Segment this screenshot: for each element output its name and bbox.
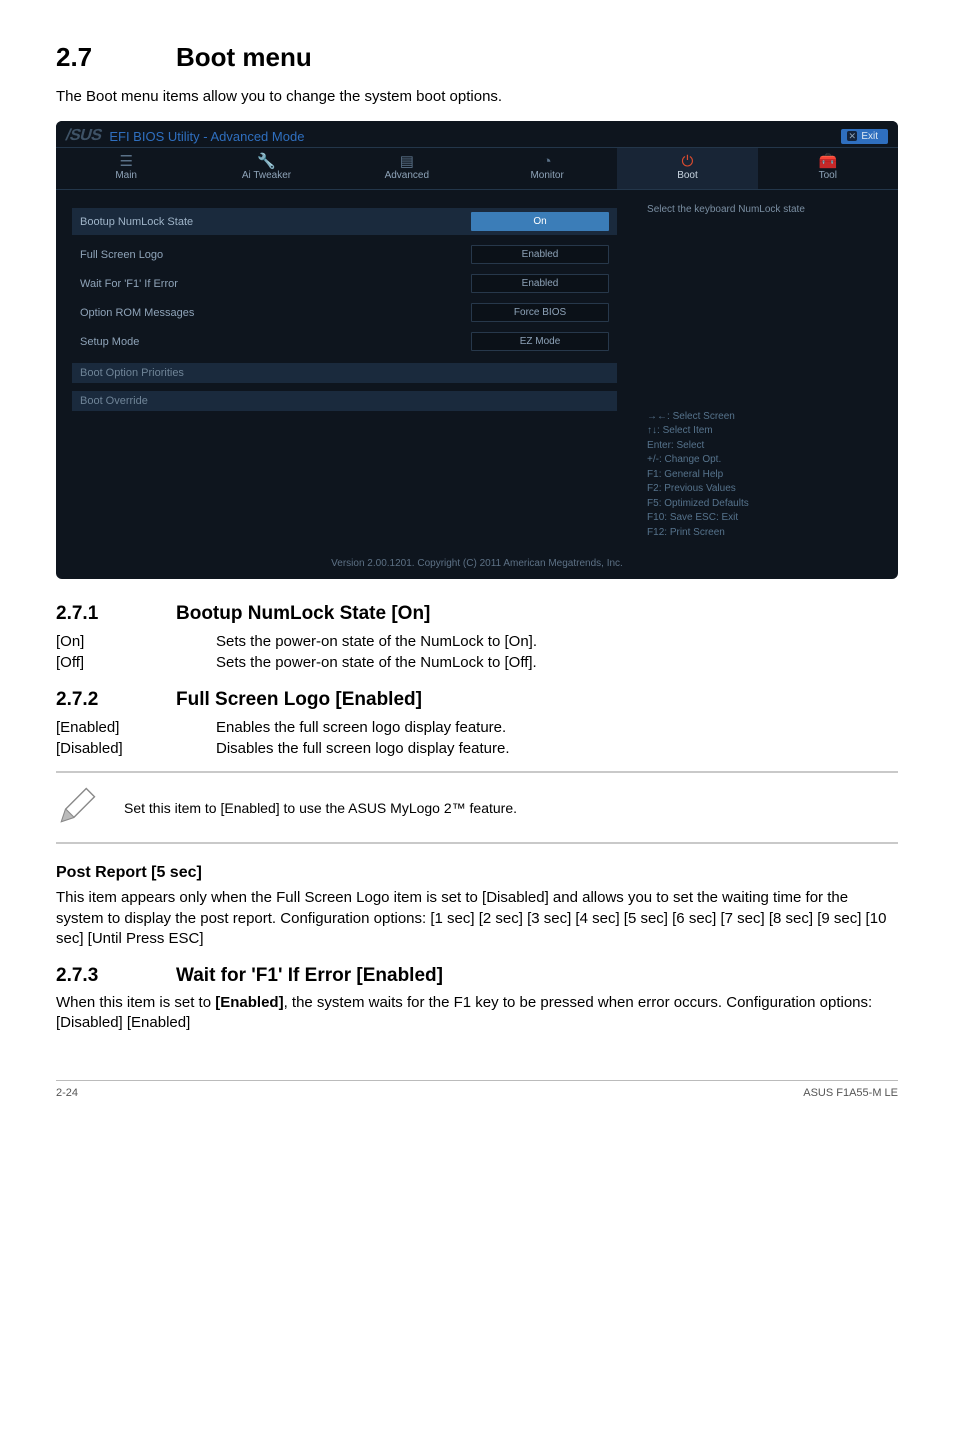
subsection-heading: 2.7.3 Wait for 'F1' If Error [Enabled] <box>56 965 898 987</box>
tab-label: Tool <box>819 170 837 181</box>
bios-version-line: Version 2.00.1201. Copyright (C) 2011 Am… <box>56 550 898 579</box>
page-footer: 2-24 ASUS F1A55-M LE <box>56 1080 898 1099</box>
tab-main[interactable]: ☰ Main <box>56 148 196 189</box>
tab-tool[interactable]: 🧰 Tool <box>758 148 898 189</box>
option-key: [On] <box>56 631 216 652</box>
bios-option-label: Wait For 'F1' If Error <box>80 278 471 290</box>
pencil-icon <box>56 783 100 832</box>
tab-label: Ai Tweaker <box>242 170 291 181</box>
subsection-heading: 2.7.2 Full Screen Logo [Enabled] <box>56 689 898 711</box>
help-line: F2: Previous Values <box>647 482 884 497</box>
chip-icon: ▤ <box>337 154 477 170</box>
help-line: →←: Select Screen <box>647 410 884 425</box>
toolbox-icon: 🧰 <box>758 154 898 170</box>
help-line: +/-: Change Opt. <box>647 453 884 468</box>
footer-product: ASUS F1A55-M LE <box>803 1087 898 1099</box>
table-row: [On]Sets the power-on state of the NumLo… <box>56 631 537 652</box>
section-heading: 2.7Boot menu <box>56 42 898 73</box>
subsection-title: Full Screen Logo [Enabled] <box>176 689 422 711</box>
tab-label: Main <box>115 170 137 181</box>
bios-option-label: Bootup NumLock State <box>80 216 471 228</box>
exit-button[interactable]: ✕ Exit <box>841 129 888 144</box>
subsection-number: 2.7.2 <box>56 689 176 711</box>
tab-row: ☰ Main 🔧 Ai Tweaker ▤ Advanced ◔ Monitor… <box>56 147 898 190</box>
bios-option-value[interactable]: EZ Mode <box>471 332 609 351</box>
exit-label: Exit <box>861 131 878 142</box>
bold-text: [Enabled] <box>215 994 283 1011</box>
bios-option-row[interactable]: Wait For 'F1' If Error Enabled <box>72 270 617 297</box>
bios-option-label: Option ROM Messages <box>80 307 471 319</box>
help-line: ↑↓: Select Item <box>647 424 884 439</box>
bios-title: EFI BIOS Utility - Advanced Mode <box>109 129 304 144</box>
bios-option-row[interactable]: Full Screen Logo Enabled <box>72 241 617 268</box>
bios-left-pane: Bootup NumLock State On Full Screen Logo… <box>56 190 633 550</box>
table-row: [Off]Sets the power-on state of the NumL… <box>56 652 537 673</box>
subsection-title: Wait for 'F1' If Error [Enabled] <box>176 965 443 987</box>
tab-advanced[interactable]: ▤ Advanced <box>337 148 477 189</box>
section-number: 2.7 <box>56 42 176 73</box>
note-text: Set this item to [Enabled] to use the AS… <box>124 800 517 816</box>
options-table: [Enabled]Enables the full screen logo di… <box>56 717 510 759</box>
tab-label: Monitor <box>530 170 563 181</box>
option-desc: Sets the power-on state of the NumLock t… <box>216 652 537 673</box>
bios-option-value[interactable]: Enabled <box>471 245 609 264</box>
help-line: Enter: Select <box>647 439 884 454</box>
bios-option-row[interactable]: Option ROM Messages Force BIOS <box>72 299 617 326</box>
intro-paragraph: The Boot menu items allow you to change … <box>56 87 898 107</box>
bios-option-value[interactable]: Enabled <box>471 274 609 293</box>
tab-label: Boot <box>677 170 698 181</box>
subsection-number: 2.7.1 <box>56 603 176 625</box>
bios-right-pane: Select the keyboard NumLock state →←: Se… <box>633 190 898 550</box>
paragraph: This item appears only when the Full Scr… <box>56 888 898 949</box>
bios-screenshot: /SUS EFI BIOS Utility - Advanced Mode ✕ … <box>56 121 898 579</box>
footer-page-number: 2-24 <box>56 1087 78 1099</box>
list-icon: ☰ <box>56 154 196 170</box>
exit-icon: ✕ <box>847 131 857 141</box>
bios-option-label: Full Screen Logo <box>80 249 471 261</box>
bios-option-row-selected[interactable]: Bootup NumLock State On <box>72 208 617 235</box>
tab-label: Advanced <box>385 170 429 181</box>
table-row: [Disabled]Disables the full screen logo … <box>56 738 510 759</box>
bios-option-value[interactable]: Force BIOS <box>471 303 609 322</box>
asus-logo: /SUS <box>64 127 104 145</box>
subsection-title: Bootup NumLock State [On] <box>176 603 430 625</box>
tab-boot[interactable]: ⏻ Boot <box>617 148 757 189</box>
paragraph: When this item is set to [Enabled], the … <box>56 993 898 1034</box>
tab-ai-tweaker[interactable]: 🔧 Ai Tweaker <box>196 148 336 189</box>
tab-monitor[interactable]: ◔ Monitor <box>477 148 617 189</box>
text-run: When this item is set to <box>56 994 215 1011</box>
section-title-text: Boot menu <box>176 42 312 72</box>
subsection-number: 2.7.3 <box>56 965 176 987</box>
bios-help-hint: Select the keyboard NumLock state <box>647 204 884 215</box>
bios-option-value[interactable]: On <box>471 212 609 231</box>
bios-option-label: Setup Mode <box>80 336 471 348</box>
wrench-icon: 🔧 <box>196 154 336 170</box>
table-row: [Enabled]Enables the full screen logo di… <box>56 717 510 738</box>
option-desc: Disables the full screen logo display fe… <box>216 738 510 759</box>
help-line: F1: General Help <box>647 468 884 483</box>
subsection-heading: 2.7.1 Bootup NumLock State [On] <box>56 603 898 625</box>
note-callout: Set this item to [Enabled] to use the AS… <box>56 771 898 844</box>
bios-section-header[interactable]: Boot Override <box>72 391 617 411</box>
gauge-icon: ◔ <box>477 154 617 170</box>
bios-section-header[interactable]: Boot Option Priorities <box>72 363 617 383</box>
option-desc: Sets the power-on state of the NumLock t… <box>216 631 537 652</box>
option-desc: Enables the full screen logo display fea… <box>216 717 510 738</box>
option-key: [Disabled] <box>56 738 216 759</box>
options-table: [On]Sets the power-on state of the NumLo… <box>56 631 537 673</box>
bios-option-row[interactable]: Setup Mode EZ Mode <box>72 328 617 355</box>
power-icon: ⏻ <box>617 154 757 170</box>
help-line: F12: Print Screen <box>647 526 884 541</box>
help-line: F5: Optimized Defaults <box>647 497 884 512</box>
subheading: Post Report [5 sec] <box>56 864 898 882</box>
option-key: [Enabled] <box>56 717 216 738</box>
help-line: F10: Save ESC: Exit <box>647 511 884 526</box>
bios-key-help: →←: Select Screen ↑↓: Select Item Enter:… <box>647 410 884 541</box>
option-key: [Off] <box>56 652 216 673</box>
